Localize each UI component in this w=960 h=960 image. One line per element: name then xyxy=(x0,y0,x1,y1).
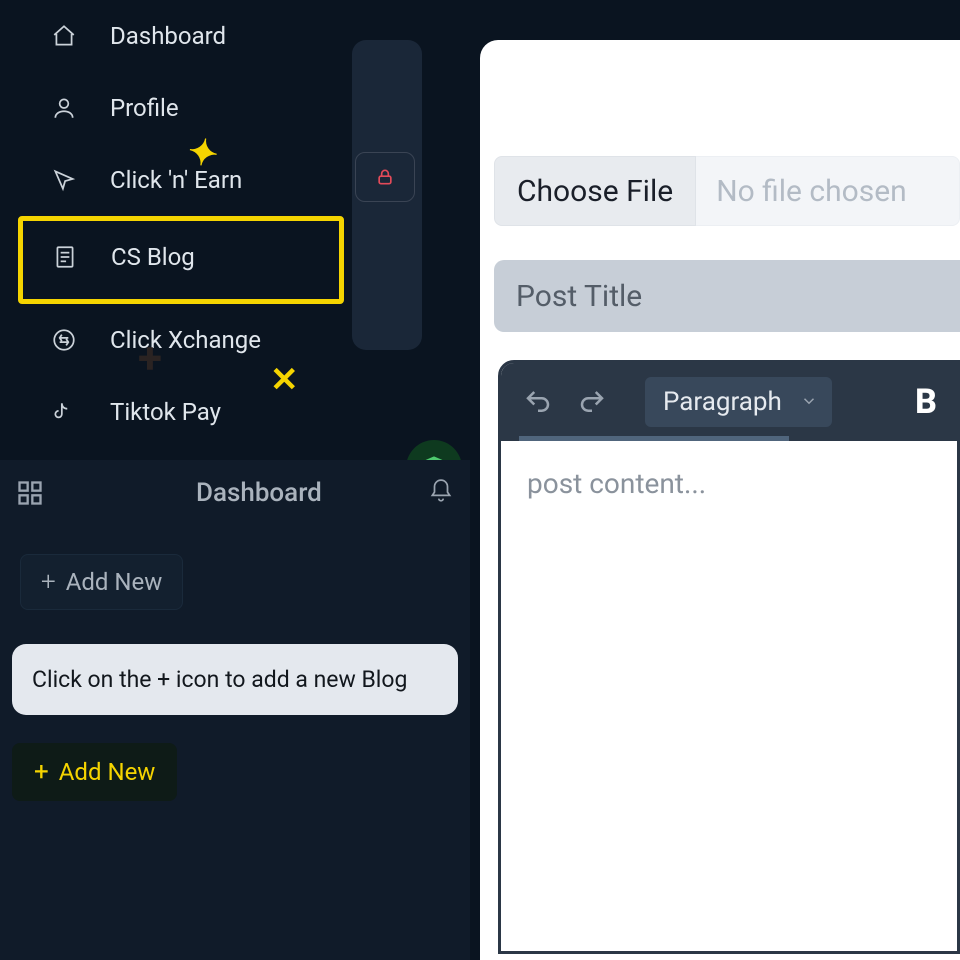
tiktok-icon xyxy=(50,398,78,426)
editor-content[interactable]: post content... xyxy=(501,441,957,951)
bold-button[interactable]: B xyxy=(915,382,937,422)
sidebar-item-cs-blog[interactable]: CS Blog xyxy=(18,216,344,304)
file-input-row: Choose File No file chosen xyxy=(494,156,960,226)
content-header: Dashboard xyxy=(0,478,470,508)
format-select[interactable]: Paragraph xyxy=(645,377,832,427)
content-area: Dashboard + Add New Click on the + icon … xyxy=(0,460,470,960)
sidebar-item-label: Tiktok Pay xyxy=(110,398,221,426)
sidebar: Dashboard Profile Click 'n' Earn CS Blog… xyxy=(0,0,360,520)
sidebar-item-tiktok-pay[interactable]: Tiktok Pay xyxy=(0,376,360,448)
editor-placeholder: post content... xyxy=(527,467,706,500)
plus-icon: + xyxy=(41,567,56,597)
sidebar-item-label: Profile xyxy=(110,94,179,122)
sidebar-item-profile[interactable]: Profile xyxy=(0,72,360,144)
rich-editor: Paragraph B post content... xyxy=(498,360,960,954)
no-file-text: No file chosen xyxy=(716,174,907,209)
editor-panel: Choose File No file chosen Paragraph B p… xyxy=(480,40,960,960)
grid-icon[interactable] xyxy=(16,479,44,507)
format-select-value: Paragraph xyxy=(663,387,782,417)
lock-badge xyxy=(355,152,415,202)
redo-button[interactable] xyxy=(575,385,609,419)
add-new-button-highlighted[interactable]: + Add New xyxy=(12,743,177,801)
editor-toolbar: Paragraph B xyxy=(501,363,957,441)
hint-banner: Click on the + icon to add a new Blog xyxy=(12,644,458,715)
sidebar-item-click-earn[interactable]: Click 'n' Earn xyxy=(0,144,360,216)
choose-file-label: Choose File xyxy=(517,174,673,209)
document-icon xyxy=(51,243,79,271)
chevron-down-icon xyxy=(800,387,818,417)
sidebar-item-dashboard[interactable]: Dashboard xyxy=(0,0,360,72)
sidebar-item-click-xchange[interactable]: Click Xchange xyxy=(0,304,360,376)
add-new-button[interactable]: + Add New xyxy=(20,554,183,610)
choose-file-button[interactable]: Choose File xyxy=(494,156,696,226)
sidebar-item-label: Dashboard xyxy=(110,22,226,50)
sidebar-item-label: CS Blog xyxy=(111,243,195,271)
notification-icon[interactable] xyxy=(428,478,454,508)
decorative-x-icon: ✕ xyxy=(270,360,299,400)
page-title: Dashboard xyxy=(196,478,322,508)
file-name-display: No file chosen xyxy=(696,156,960,226)
user-icon xyxy=(50,94,78,122)
decorative-plus2-icon: + xyxy=(138,332,162,384)
home-icon xyxy=(50,22,78,50)
sidebar-item-label: Click Xchange xyxy=(110,326,261,354)
toolbar-scroll-indicator xyxy=(519,436,789,441)
add-new-label: Add New xyxy=(66,568,163,596)
cursor-icon xyxy=(50,166,78,194)
lock-icon xyxy=(375,167,395,187)
add-new-label: Add New xyxy=(59,758,156,786)
plus-icon: + xyxy=(34,757,49,787)
hint-text: Click on the + icon to add a new Blog xyxy=(32,666,407,693)
post-title-input[interactable] xyxy=(494,260,960,332)
undo-button[interactable] xyxy=(521,385,555,419)
sidebar-item-label: Click 'n' Earn xyxy=(110,166,242,194)
exchange-icon xyxy=(50,326,78,354)
left-panel: Dashboard Profile Click 'n' Earn CS Blog… xyxy=(0,0,480,960)
